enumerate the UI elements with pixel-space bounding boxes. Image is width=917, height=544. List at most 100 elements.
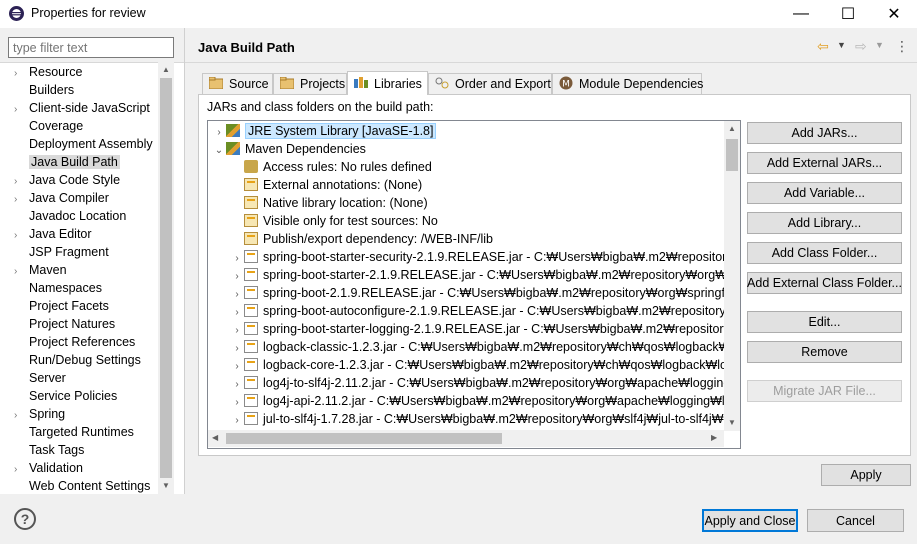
nav-scrollbar[interactable]: ▲ ▼ [158,62,174,494]
nav-item[interactable]: Java Build Path [14,153,120,171]
tree-toggle-icon[interactable]: ⌄ [212,142,226,160]
tree-row[interactable]: › jul-to-slf4j-1.7.28.jar - C:₩Users₩bigb… [230,410,740,430]
tree-row[interactable]: › spring-boot-starter-2.1.9.RELEASE.jar -… [230,266,740,284]
nav-item[interactable]: Namespaces [14,279,102,297]
jar-icon [244,358,258,371]
migrate-jar-file-button[interactable]: Migrate JAR File... [747,380,902,402]
tree-row[interactable]: › spring-boot-autoconfigure-2.1.9.RELEASE… [230,302,740,320]
add-class-folder-button[interactable]: Add Class Folder... [747,242,902,264]
nav-item-label: JSP Fragment [29,245,109,259]
nav-item-label: Java Code Style [29,173,121,187]
pane-splitter[interactable] [184,28,185,494]
add-jars-button[interactable]: Add JARs... [747,122,902,144]
nav-item[interactable]: Web Content Settings [14,477,150,494]
tree-row[interactable]: › logback-core-1.2.3.jar - C:₩Users₩bigba… [230,356,740,374]
tree-row[interactable]: › log4j-api-2.11.2.jar - C:₩Users₩bigba₩.… [230,392,740,410]
edit-button[interactable]: Edit... [747,311,902,333]
forward-menu-chevron-icon[interactable]: ▼ [875,40,884,50]
tree-horizontal-scrollbar[interactable]: ◀ ▶ [208,430,724,447]
nav-item-label: Service Policies [29,389,118,403]
nav-item[interactable]: Deployment Assembly [14,135,153,153]
nav-item[interactable]: Builders [14,81,74,99]
nav-item[interactable]: JSP Fragment [14,243,109,261]
nav-item[interactable]: Project Natures [14,315,115,333]
tree-scroll-down-icon[interactable]: ▼ [728,418,736,427]
native-library-icon [244,196,258,209]
nav-item-label: Server [29,371,66,385]
nav-item[interactable]: Task Tags [14,441,84,459]
back-arrow-icon[interactable]: ⇦ [817,38,829,55]
nav-item-label: Javadoc Location [29,209,127,223]
nav-item[interactable]: › Java Code Style [14,171,120,189]
libraries-icon [354,76,368,91]
cancel-button[interactable]: Cancel [807,509,904,532]
close-button[interactable]: ✕ [871,0,917,28]
tree-row[interactable]: › spring-boot-2.1.9.RELEASE.jar - C:₩User… [230,284,740,302]
add-external-jars-button[interactable]: Add External JARs... [747,152,902,174]
nav-item[interactable]: › Java Compiler [14,189,109,207]
tab-projects[interactable]: Projects [273,73,347,94]
tree-row-label: Access rules: No rules defined [263,160,432,174]
nav-item[interactable]: Run/Debug Settings [14,351,141,369]
nav-item[interactable]: Coverage [14,117,83,135]
forward-arrow-icon[interactable]: ⇨ [855,38,867,55]
tree-row[interactable]: Visible only for test sources: No [230,212,438,230]
tree-vertical-scrollbar-thumb[interactable] [726,139,738,171]
nav-item[interactable]: › Client-side JavaScript [14,99,150,117]
test-sources-icon [244,214,258,227]
tab-module-dependencies[interactable]: M Module Dependencies [552,73,703,94]
tree-row-label: Publish/export dependency: /WEB-INF/lib [263,232,493,246]
scroll-down-icon[interactable]: ▼ [162,481,170,490]
nav-item[interactable]: Server [14,369,66,387]
tab-libraries[interactable]: Libraries [347,71,428,95]
add-external-class-folder-button[interactable]: Add External Class Folder... [747,272,902,294]
help-icon[interactable]: ? [14,508,36,530]
tab-source[interactable]: Source [202,73,273,94]
nav-item[interactable]: › Maven [14,261,67,279]
tree-row[interactable]: › spring-boot-starter-security-2.1.9.RELE… [230,248,740,266]
tree-horizontal-scrollbar-thumb[interactable] [226,433,502,444]
nav-item[interactable]: › Java Editor [14,225,92,243]
tree-row[interactable]: External annotations: (None) [230,176,422,194]
tree-scroll-left-icon[interactable]: ◀ [212,433,218,442]
scroll-up-icon[interactable]: ▲ [162,65,170,74]
publish-icon [244,232,258,245]
tab-order-and-export[interactable]: Order and Export [428,73,552,94]
tree-vertical-scrollbar[interactable]: ▲ ▼ [724,121,740,431]
tree-toggle-icon[interactable]: › [230,412,244,430]
add-variable-button[interactable]: Add Variable... [747,182,902,204]
nav-item[interactable]: › Resource [14,63,83,81]
tree-scroll-up-icon[interactable]: ▲ [728,124,736,133]
nav-item[interactable]: Targeted Runtimes [14,423,134,441]
tree-row[interactable]: Native library location: (None) [230,194,428,212]
nav-item[interactable]: Project References [14,333,135,351]
nav-item[interactable]: Service Policies [14,387,117,405]
tree-row[interactable]: › log4j-to-slf4j-2.11.2.jar - C:₩Users₩bi… [230,374,740,392]
nav-item[interactable]: Project Facets [14,297,109,315]
nav-item[interactable]: Javadoc Location [14,207,126,225]
minimize-button[interactable]: — [778,0,824,28]
filter-input[interactable] [8,37,174,58]
remove-button[interactable]: Remove [747,341,902,363]
tree-row[interactable]: Access rules: No rules defined [230,158,432,176]
maximize-button[interactable]: ☐ [825,0,871,28]
nav-item[interactable]: › Validation [14,459,83,477]
nav-scrollbar-thumb[interactable] [160,78,172,478]
nav-item-label: Spring [29,407,66,421]
view-menu-icon[interactable]: ⋮ [895,38,909,55]
tree-row[interactable]: › spring-boot-starter-logging-2.1.9.RELEA… [230,320,740,338]
back-menu-chevron-icon[interactable]: ▼ [837,40,846,50]
tree-row[interactable]: › logback-classic-1.2.3.jar - C:₩Users₩bi… [230,338,740,356]
build-path-tree[interactable]: › JRE System Library [JavaSE-1.8] ⌄ Maven D… [207,120,741,449]
nav-item-label: Client-side JavaScript [29,101,150,115]
apply-and-close-button[interactable]: Apply and Close [702,509,798,532]
nav-item-label: Project Facets [29,299,109,313]
tree-row-label: Visible only for test sources: No [263,214,438,228]
apply-button[interactable]: Apply [821,464,911,486]
tree-scroll-right-icon[interactable]: ▶ [711,433,717,442]
tree-row[interactable]: Publish/export dependency: /WEB-INF/lib [230,230,493,248]
tree-row[interactable]: ⌄ Maven Dependencies [212,140,366,158]
tree-row[interactable]: › JRE System Library [JavaSE-1.8] [212,122,437,140]
add-library-button[interactable]: Add Library... [747,212,902,234]
nav-item[interactable]: › Spring [14,405,65,423]
